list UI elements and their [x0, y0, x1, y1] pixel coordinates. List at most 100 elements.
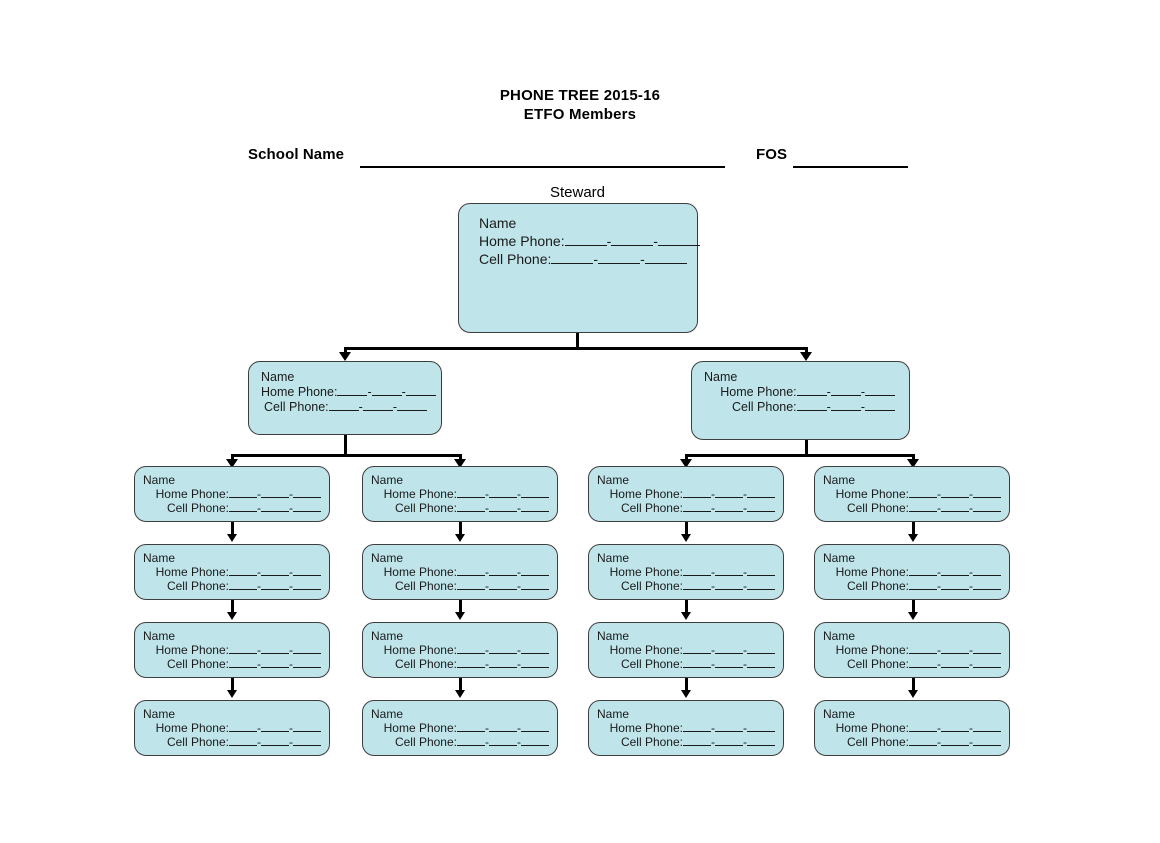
fos-blank[interactable] — [793, 166, 908, 168]
cell-phone-blank-1[interactable] — [683, 589, 711, 590]
node-c2-r2[interactable]: Name Home Phone: - - Cell Phone: - - — [362, 544, 558, 600]
node-c3-r3[interactable]: Name Home Phone: - - Cell Phone: - - — [588, 622, 784, 678]
cell-phone-blank-3[interactable] — [865, 410, 895, 411]
cell-phone-blank-2[interactable] — [489, 589, 517, 590]
cell-phone-blank-3[interactable] — [521, 745, 549, 746]
cell-phone-blank-2[interactable] — [261, 667, 289, 668]
home-phone-blank-2[interactable] — [261, 497, 289, 498]
cell-phone-blank-3[interactable] — [747, 745, 775, 746]
home-phone-blank-3[interactable] — [973, 731, 1001, 732]
home-phone-blank-2[interactable] — [489, 731, 517, 732]
home-phone-blank-2[interactable] — [715, 653, 743, 654]
cell-phone-blank-1[interactable] — [909, 511, 937, 512]
cell-phone-blank-1[interactable] — [457, 745, 485, 746]
home-phone-blank-3[interactable] — [293, 497, 321, 498]
node-c2-r1[interactable]: Name Home Phone: - - Cell Phone: - - — [362, 466, 558, 522]
node-level2-left[interactable]: Name Home Phone: - - Cell Phone: - - — [248, 361, 442, 435]
home-phone-blank-1[interactable] — [229, 497, 257, 498]
home-phone-blank-3[interactable] — [521, 731, 549, 732]
cell-phone-blank-2[interactable] — [598, 263, 641, 264]
home-phone-blank-3[interactable] — [293, 653, 321, 654]
cell-phone-blank-1[interactable] — [229, 667, 257, 668]
cell-phone-blank-2[interactable] — [261, 745, 289, 746]
home-phone-blank-1[interactable] — [683, 575, 711, 576]
home-phone-blank-3[interactable] — [293, 575, 321, 576]
home-phone-blank-2[interactable] — [611, 245, 654, 246]
cell-phone-blank-2[interactable] — [362, 410, 393, 411]
school-name-blank[interactable] — [360, 166, 725, 168]
cell-phone-blank-1[interactable] — [683, 745, 711, 746]
cell-phone-blank-1[interactable] — [683, 667, 711, 668]
cell-phone-blank-2[interactable] — [489, 667, 517, 668]
home-phone-blank-2[interactable] — [489, 653, 517, 654]
cell-phone-blank-3[interactable] — [747, 589, 775, 590]
home-phone-blank-3[interactable] — [747, 575, 775, 576]
home-phone-blank-2[interactable] — [941, 653, 969, 654]
home-phone-blank-3[interactable] — [865, 395, 895, 396]
home-phone-blank-1[interactable] — [683, 497, 711, 498]
node-c2-r3[interactable]: Name Home Phone: - - Cell Phone: - - — [362, 622, 558, 678]
cell-phone-blank-1[interactable] — [229, 745, 257, 746]
cell-phone-blank-2[interactable] — [715, 589, 743, 590]
cell-phone-blank-1[interactable] — [551, 263, 594, 264]
node-c1-r2[interactable]: Name Home Phone: - - Cell Phone: - - — [134, 544, 330, 600]
cell-phone-blank-3[interactable] — [973, 745, 1001, 746]
home-phone-blank-1[interactable] — [909, 731, 937, 732]
cell-phone-blank-2[interactable] — [715, 511, 743, 512]
home-phone-blank-1[interactable] — [457, 653, 485, 654]
cell-phone-blank-1[interactable] — [683, 511, 711, 512]
cell-phone-blank-2[interactable] — [941, 667, 969, 668]
cell-phone-blank-1[interactable] — [457, 511, 485, 512]
cell-phone-blank-3[interactable] — [973, 667, 1001, 668]
home-phone-blank-1[interactable] — [683, 653, 711, 654]
home-phone-blank-1[interactable] — [337, 395, 368, 396]
home-phone-blank-1[interactable] — [909, 575, 937, 576]
home-phone-blank-2[interactable] — [941, 731, 969, 732]
home-phone-blank-3[interactable] — [747, 497, 775, 498]
cell-phone-blank-2[interactable] — [830, 410, 861, 411]
home-phone-blank-2[interactable] — [371, 395, 402, 396]
cell-phone-blank-3[interactable] — [293, 589, 321, 590]
cell-phone-blank-3[interactable] — [397, 410, 427, 411]
home-phone-blank-2[interactable] — [261, 653, 289, 654]
cell-phone-blank-2[interactable] — [261, 511, 289, 512]
cell-phone-blank-1[interactable] — [909, 745, 937, 746]
home-phone-blank-2[interactable] — [715, 497, 743, 498]
home-phone-blank-3[interactable] — [973, 575, 1001, 576]
home-phone-blank-2[interactable] — [941, 497, 969, 498]
cell-phone-blank-3[interactable] — [293, 667, 321, 668]
home-phone-blank-3[interactable] — [657, 245, 700, 246]
cell-phone-blank-1[interactable] — [909, 589, 937, 590]
node-c3-r2[interactable]: Name Home Phone: - - Cell Phone: - - — [588, 544, 784, 600]
home-phone-blank-2[interactable] — [830, 395, 861, 396]
node-c4-r3[interactable]: Name Home Phone: - - Cell Phone: - - — [814, 622, 1010, 678]
home-phone-blank-3[interactable] — [521, 653, 549, 654]
node-c4-r4[interactable]: Name Home Phone: - - Cell Phone: - - — [814, 700, 1010, 756]
home-phone-blank-1[interactable] — [229, 731, 257, 732]
node-c4-r2[interactable]: Name Home Phone: - - Cell Phone: - - — [814, 544, 1010, 600]
node-steward[interactable]: Name Home Phone: - - Cell Phone: - - — [458, 203, 700, 333]
node-level2-right[interactable]: Name Home Phone: - - Cell Phone: - - — [691, 361, 910, 440]
home-phone-blank-1[interactable] — [796, 395, 827, 396]
cell-phone-blank-3[interactable] — [973, 589, 1001, 590]
node-c4-r1[interactable]: Name Home Phone: - - Cell Phone: - - — [814, 466, 1010, 522]
node-c1-r4[interactable]: Name Home Phone: - - Cell Phone: - - — [134, 700, 330, 756]
cell-phone-blank-3[interactable] — [644, 263, 687, 264]
cell-phone-blank-3[interactable] — [521, 667, 549, 668]
home-phone-blank-3[interactable] — [973, 653, 1001, 654]
cell-phone-blank-2[interactable] — [489, 745, 517, 746]
cell-phone-blank-1[interactable] — [229, 589, 257, 590]
home-phone-blank-3[interactable] — [747, 731, 775, 732]
home-phone-blank-3[interactable] — [521, 575, 549, 576]
home-phone-blank-3[interactable] — [973, 497, 1001, 498]
cell-phone-blank-3[interactable] — [521, 589, 549, 590]
node-c1-r3[interactable]: Name Home Phone: - - Cell Phone: - - — [134, 622, 330, 678]
cell-phone-blank-2[interactable] — [489, 511, 517, 512]
cell-phone-blank-1[interactable] — [457, 589, 485, 590]
home-phone-blank-3[interactable] — [521, 497, 549, 498]
cell-phone-blank-2[interactable] — [261, 589, 289, 590]
node-c2-r4[interactable]: Name Home Phone: - - Cell Phone: - - — [362, 700, 558, 756]
home-phone-blank-2[interactable] — [715, 575, 743, 576]
home-phone-blank-1[interactable] — [229, 653, 257, 654]
home-phone-blank-1[interactable] — [564, 245, 607, 246]
